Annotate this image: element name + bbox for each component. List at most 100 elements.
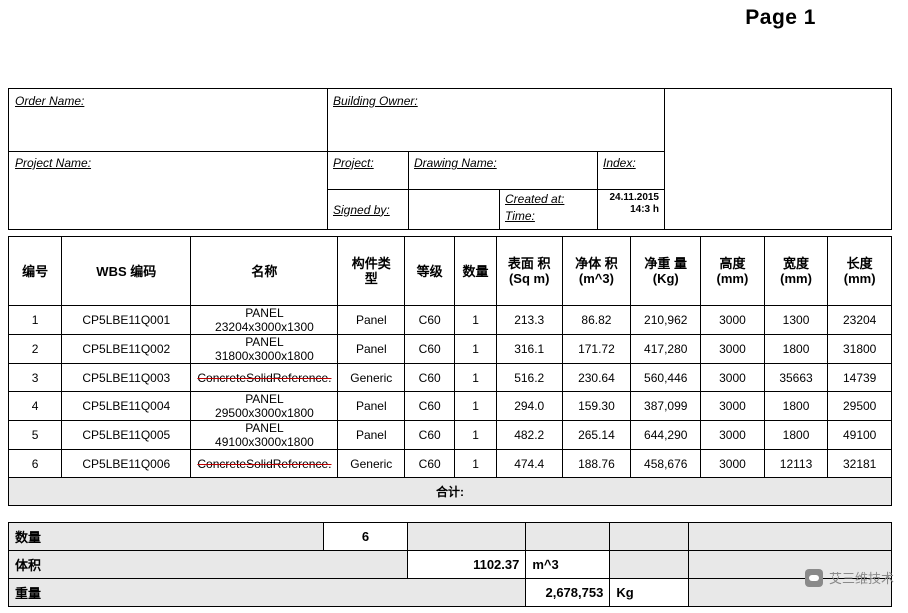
cell-wbs: CP5LBE11Q001 bbox=[61, 305, 192, 335]
cell-no: 3 bbox=[7, 363, 63, 392]
summary-label-volume: 体积 bbox=[7, 550, 409, 579]
created-at-cell: Created at: Time: 24.11.2015 14:3 h bbox=[499, 189, 664, 230]
summary-row-weight: 重量 2,678,753 Kg bbox=[7, 578, 892, 607]
cell-volume: 159.30 bbox=[561, 391, 632, 421]
table-row: 6 CP5LBE11Q006 ConcreteSolidReference. G… bbox=[7, 449, 892, 478]
col-header-volume-line1: 净体 积 bbox=[575, 256, 618, 271]
cell-height: 3000 bbox=[700, 449, 765, 478]
col-header-surface: 表面 积 (Sq m) bbox=[495, 236, 563, 306]
summary-value-quantity: 6 bbox=[322, 522, 409, 551]
cell-no: 5 bbox=[7, 420, 63, 450]
cell-length: 14739 bbox=[827, 363, 892, 392]
col-header-height-line2: (mm) bbox=[716, 271, 749, 286]
building-owner-label: Building Owner: bbox=[333, 94, 418, 108]
watermark-text: 艾三维技术 bbox=[828, 571, 894, 586]
page-title: Page 1 bbox=[745, 6, 816, 29]
cell-height: 3000 bbox=[700, 391, 765, 421]
col-header-qty: 数量 bbox=[454, 236, 497, 306]
components-table: 编号 WBS 编码 名称 构件类型 等级 数量 表面 积 (Sq m) 净体 积(… bbox=[7, 236, 892, 506]
project-cell: Project: bbox=[327, 151, 408, 189]
col-header-weight: 净重 量 (Kg) bbox=[630, 236, 702, 306]
cell-surface: 516.2 bbox=[495, 363, 563, 392]
cell-weight: 210,962 bbox=[630, 305, 702, 335]
cell-surface: 213.3 bbox=[495, 305, 563, 335]
cell-width: 12113 bbox=[763, 449, 829, 478]
cell-weight: 644,290 bbox=[630, 420, 702, 450]
index-label: Index: bbox=[603, 156, 636, 170]
wechat-icon bbox=[804, 568, 823, 587]
cell-no: 1 bbox=[7, 305, 63, 335]
cell-height: 3000 bbox=[700, 305, 765, 335]
table-row: 5 CP5LBE11Q005 PANEL 49100x3000x1800 Pan… bbox=[7, 420, 892, 450]
summary-value-weight: 2,678,753 bbox=[525, 578, 611, 607]
building-owner-cell: Building Owner: bbox=[327, 89, 664, 151]
col-header-volume-line2: (m^3) bbox=[578, 271, 614, 286]
cell-no: 2 bbox=[7, 334, 63, 364]
cell-height: 3000 bbox=[700, 363, 765, 392]
summary-spacer-2 bbox=[525, 522, 611, 551]
cell-qty: 1 bbox=[454, 334, 497, 364]
cell-grade: C60 bbox=[404, 363, 456, 392]
cell-length: 23204 bbox=[827, 305, 892, 335]
created-time-value: 14:3 h bbox=[630, 204, 659, 215]
cell-width: 1300 bbox=[763, 305, 829, 335]
col-header-name: 名称 bbox=[190, 236, 339, 306]
col-header-weight-line1: 净重 量 bbox=[644, 256, 688, 271]
cell-volume: 86.82 bbox=[561, 305, 632, 335]
cell-grade: C60 bbox=[404, 420, 456, 450]
time-label: Time: bbox=[505, 209, 535, 223]
col-header-height: 高度 (mm) bbox=[700, 236, 765, 306]
created-date-value: 24.11.2015 bbox=[609, 192, 660, 203]
cell-volume: 230.64 bbox=[561, 363, 632, 392]
col-header-height-line1: 高度 bbox=[719, 256, 746, 271]
cell-volume: 171.72 bbox=[561, 334, 632, 364]
summary-spacer-4 bbox=[688, 522, 892, 551]
cell-type: Panel bbox=[337, 420, 406, 450]
cell-grade: C60 bbox=[404, 391, 456, 421]
col-header-length-line1: 长度 bbox=[846, 256, 873, 271]
cell-name: PANEL 23204x3000x1300 bbox=[190, 305, 339, 335]
summary-unit-weight: Kg bbox=[609, 578, 690, 607]
cell-surface: 294.0 bbox=[495, 391, 563, 421]
col-header-name-line1: 名称 bbox=[251, 263, 278, 279]
cell-name: ConcreteSolidReference. bbox=[190, 363, 339, 392]
total-label: 合计: bbox=[8, 477, 892, 506]
cell-length: 32181 bbox=[827, 449, 892, 478]
table-row: 2 CP5LBE11Q002 PANEL 31800x3000x1800 Pan… bbox=[7, 334, 892, 364]
summary-label-quantity: 数量 bbox=[8, 522, 324, 551]
cell-wbs: CP5LBE11Q003 bbox=[61, 363, 192, 392]
col-header-volume: 净体 积 (m^3) bbox=[561, 236, 632, 306]
col-header-width: 宽度 (mm) bbox=[763, 236, 829, 306]
cell-qty: 1 bbox=[454, 420, 497, 450]
cell-type: Panel bbox=[337, 334, 406, 364]
cell-surface: 474.4 bbox=[495, 449, 563, 478]
col-header-no-line1: 编号 bbox=[22, 263, 49, 279]
col-header-surface-line2: (Sq m) bbox=[508, 271, 550, 286]
col-header-type: 构件类型 bbox=[337, 236, 406, 306]
summary-table: 数量 6 体积 1102.37 m^3 重量 2,678,753 Kg bbox=[7, 522, 892, 607]
signed-by-cell: Signed by: bbox=[327, 189, 499, 230]
cell-no: 4 bbox=[7, 391, 63, 421]
cell-qty: 1 bbox=[454, 449, 497, 478]
cell-wbs: CP5LBE11Q006 bbox=[61, 449, 192, 478]
cell-grade: C60 bbox=[404, 305, 456, 335]
col-header-weight-line2: (Kg) bbox=[652, 271, 679, 286]
cell-weight: 458,676 bbox=[630, 449, 702, 478]
col-header-wbs-line1: WBS 编码 bbox=[96, 263, 157, 279]
cell-weight: 417,280 bbox=[630, 334, 702, 364]
cell-qty: 1 bbox=[454, 363, 497, 392]
order-name-label: Order Name: bbox=[15, 94, 85, 108]
cell-length: 31800 bbox=[827, 334, 892, 364]
cell-type: Panel bbox=[337, 305, 406, 335]
project-name-label: Project Name: bbox=[15, 156, 92, 170]
col-header-grade: 等级 bbox=[404, 236, 456, 306]
cell-surface: 316.1 bbox=[495, 334, 563, 364]
cell-grade: C60 bbox=[404, 449, 456, 478]
col-header-surface-line1: 表面 积 bbox=[507, 256, 551, 271]
summary-label-weight: 重量 bbox=[7, 578, 527, 607]
cell-wbs: CP5LBE11Q005 bbox=[61, 420, 192, 450]
summary-spacer-3 bbox=[609, 522, 690, 551]
col-header-grade-line1: 等级 bbox=[416, 263, 443, 279]
cell-width: 1800 bbox=[763, 334, 829, 364]
summary-row-quantity: 数量 6 bbox=[8, 522, 892, 551]
